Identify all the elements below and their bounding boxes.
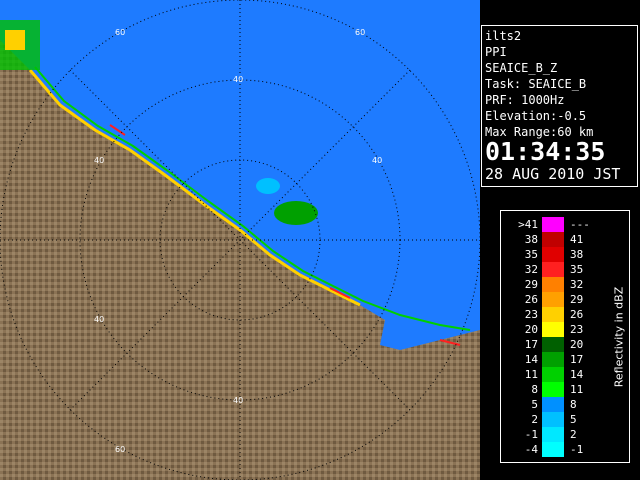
legend-low-value: 23 [524, 308, 538, 321]
range-label: 60 [115, 445, 125, 454]
legend-row: 17 20 [501, 337, 611, 352]
legend-high-value: 41 [570, 233, 584, 246]
field-name: SEAICE_B_Z [485, 61, 558, 75]
legend-swatch [542, 427, 564, 442]
legend-low-value: -1 [524, 428, 538, 441]
legend-low-value: -4 [524, 443, 538, 456]
legend-swatch [542, 292, 564, 307]
prf-value: PRF: 1000Hz [485, 93, 565, 107]
legend-row: -1 2 [501, 427, 611, 442]
legend-swatch [542, 367, 564, 382]
info-panel: ilts2 PPI SEAICE_B_Z Task: SEAICE_B PRF:… [480, 0, 640, 480]
legend-low-value: 11 [524, 368, 538, 381]
legend-swatch [542, 217, 564, 232]
legend-high-value: 23 [570, 323, 584, 336]
legend-row: 11 14 [501, 367, 611, 382]
legend-high-value: 17 [570, 353, 584, 366]
legend-low-value: 5 [531, 398, 538, 411]
sea-echo-small [256, 178, 280, 194]
legend-high-value: 26 [570, 308, 584, 321]
legend-row: 8 11 [501, 382, 611, 397]
station-name: ilts2 [485, 29, 522, 43]
task-name: Task: SEAICE_B [485, 77, 587, 91]
legend-row: 29 32 [501, 277, 611, 292]
radar-info-box: ilts2 PPI SEAICE_B_Z Task: SEAICE_B PRF:… [481, 25, 638, 187]
legend-low-value: 2 [531, 413, 538, 426]
legend-high-value: 5 [570, 413, 577, 426]
legend-high-value: --- [570, 218, 590, 231]
legend-low-value: 29 [524, 278, 538, 291]
legend-swatch [542, 412, 564, 427]
legend-row: >41 --- [501, 217, 611, 232]
time-display: 01:34:35 [485, 137, 606, 166]
color-legend: >41 --- 38 41 35 38 32 35 29 32 26 29 23 26 20 23 17 20 14… [500, 210, 630, 463]
date-display: 28 AUG 2010 JST [485, 165, 621, 183]
legend-high-value: 11 [570, 383, 584, 396]
range-label: 40 [233, 396, 243, 405]
range-label: 40 [372, 156, 382, 165]
legend-swatch [542, 382, 564, 397]
legend-high-value: -1 [570, 443, 584, 456]
legend-low-value: 8 [531, 383, 538, 396]
legend-swatch [542, 322, 564, 337]
legend-low-value: 38 [524, 233, 538, 246]
legend-low-value: 20 [524, 323, 538, 336]
legend-row: 58 [501, 397, 611, 412]
legend-row: -4 -1 [501, 442, 611, 457]
legend-row: 14 17 [501, 352, 611, 367]
legend-high-value: 20 [570, 338, 584, 351]
legend-swatch [542, 262, 564, 277]
legend-low-value: 35 [524, 248, 538, 261]
legend-swatch [542, 352, 564, 367]
legend-high-value: 35 [570, 263, 584, 276]
elevation-value: Elevation:-0.5 [485, 109, 587, 123]
legend-swatch [542, 247, 564, 262]
legend-swatch [542, 397, 564, 412]
range-label: 40 [94, 315, 104, 324]
legend-row: 32 35 [501, 262, 611, 277]
range-label: 40 [233, 75, 243, 84]
legend-low-value: 26 [524, 293, 538, 306]
edge-echo-yellow [5, 30, 25, 50]
legend-row: 23 26 [501, 307, 611, 322]
product-type: PPI [485, 45, 507, 59]
legend-row: 20 23 [501, 322, 611, 337]
legend-high-value: 29 [570, 293, 584, 306]
legend-row: 35 38 [501, 247, 611, 262]
legend-high-value: 32 [570, 278, 584, 291]
range-label: 40 [94, 156, 104, 165]
legend-swatch [542, 442, 564, 457]
legend-row: 38 41 [501, 232, 611, 247]
legend-swatch [542, 307, 564, 322]
legend-low-value: 32 [524, 263, 538, 276]
range-label: 60 [115, 28, 125, 37]
legend-high-value: 14 [570, 368, 584, 381]
legend-swatch [542, 337, 564, 352]
range-label: 60 [355, 28, 365, 37]
legend-low-value: 14 [524, 353, 538, 366]
legend-swatch [542, 232, 564, 247]
legend-row: 25 [501, 412, 611, 427]
legend-high-value: 38 [570, 248, 584, 261]
legend-title: Reflectivity in dBZ [612, 286, 626, 388]
radar-ppi-display: 60 40 40 60 40 40 40 60 [0, 0, 480, 480]
legend-high-value: 8 [570, 398, 577, 411]
legend-low-value: >41 [518, 218, 538, 231]
legend-row: 26 29 [501, 292, 611, 307]
legend-swatch [542, 277, 564, 292]
legend-low-value: 17 [524, 338, 538, 351]
legend-high-value: 2 [570, 428, 577, 441]
sea-echo [274, 201, 318, 225]
